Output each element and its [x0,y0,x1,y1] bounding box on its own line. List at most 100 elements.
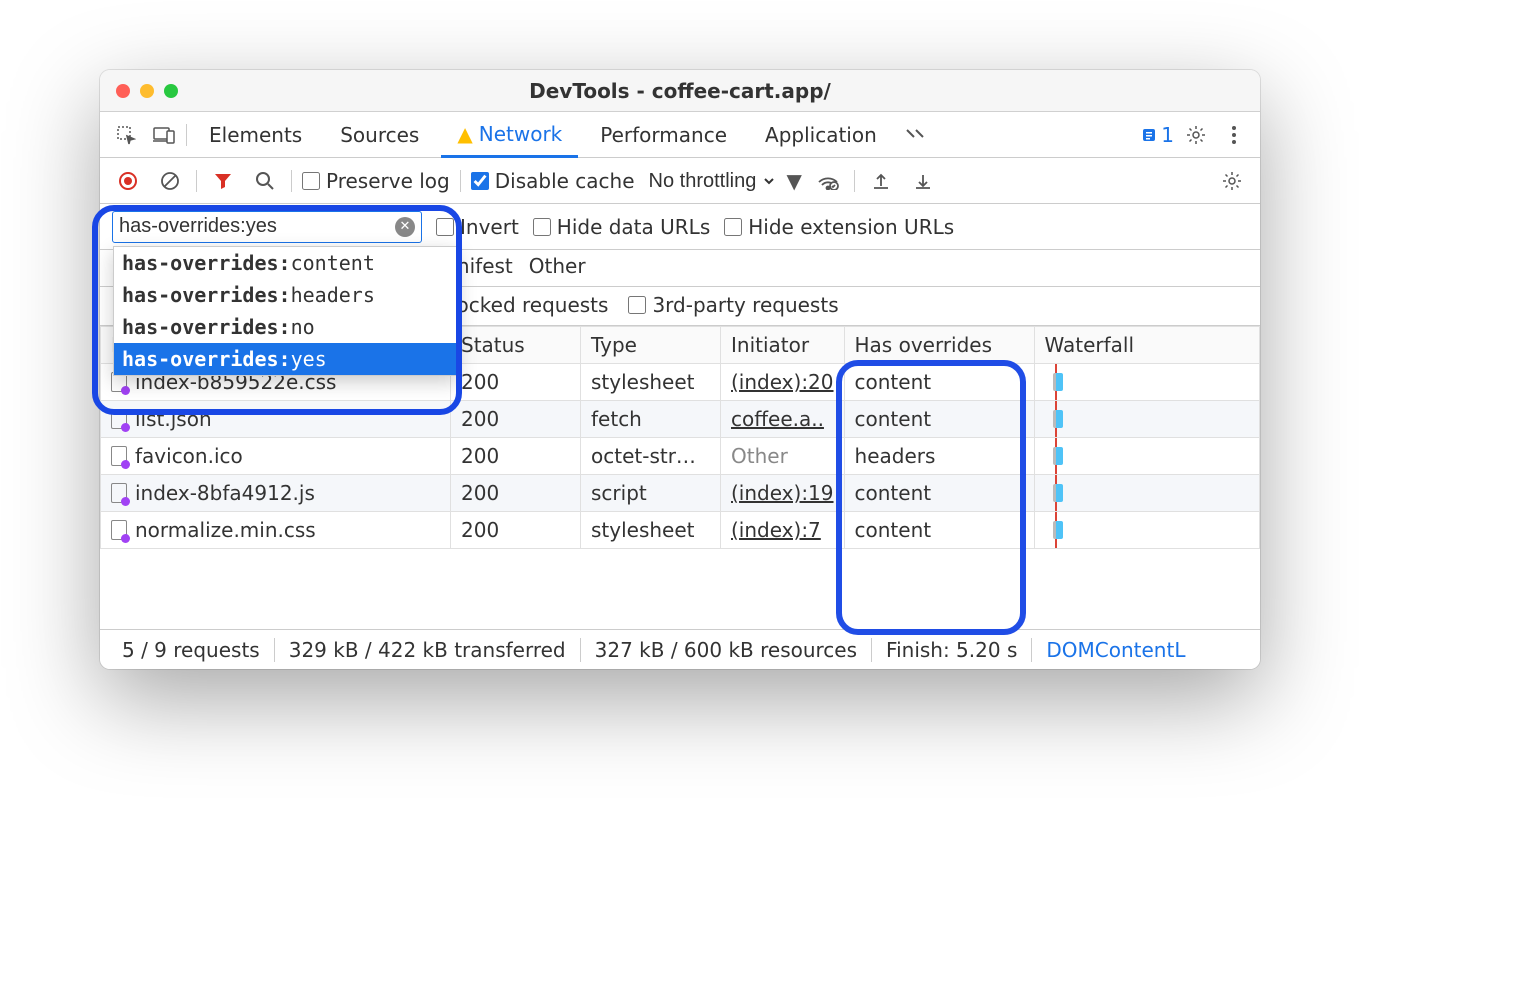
cell-type: stylesheet [581,512,721,549]
upload-har-icon[interactable] [865,165,897,197]
third-party-checkbox[interactable]: 3rd-party requests [628,293,838,317]
cell-name: normalize.min.css [101,512,451,549]
third-party-label: 3rd-party requests [652,293,838,317]
cell-initiator: (index):19 [721,475,845,512]
table-row[interactable]: list.json200fetch coffee.a.. content [101,401,1260,438]
throttling-select[interactable]: No throttling [645,169,777,193]
cell-status: 200 [451,364,581,401]
filter-funnel-icon[interactable] [207,165,239,197]
table-empty-space [100,549,1260,629]
network-toolbar: Preserve log Disable cache No throttling… [100,158,1260,204]
cell-waterfall [1034,438,1259,475]
hide-extension-urls-checkbox[interactable]: Hide extension URLs [724,215,954,239]
initiator-link[interactable]: coffee.a.. [731,407,824,431]
issues-button[interactable]: 1 [1141,119,1174,151]
table-row[interactable]: normalize.min.css200stylesheet (index):7 c… [101,512,1260,549]
separator [186,124,187,146]
cell-type: script [581,475,721,512]
invert-checkbox[interactable]: Invert [436,215,519,239]
tab-sources[interactable]: Sources [324,112,435,157]
disable-cache-label: Disable cache [495,169,635,193]
autocomplete-option[interactable]: has-overrides:no [114,311,457,343]
record-button[interactable] [112,165,144,197]
autocomplete-option[interactable]: has-overrides:headers [114,279,457,311]
cell-initiator: (index):7 [721,512,845,549]
blocked-requests-label: Blocked requests [437,293,608,317]
table-row[interactable]: index-8bfa4912.js200script(index):19cont… [101,475,1260,512]
col-has-overrides[interactable]: Has overrides [844,327,1034,364]
initiator-link[interactable]: (index):20 [731,370,834,394]
cell-name: index-8bfa4912.js [101,475,451,512]
cell-status: 200 [451,475,581,512]
status-transferred: 329 kB / 422 kB transferred [275,638,581,662]
col-waterfall[interactable]: Waterfall [1034,327,1259,364]
tab-network[interactable]: ▲ Network [441,113,578,158]
tab-network-label: Network [479,122,563,146]
cell-overrides: content [844,401,1034,438]
more-tabs-icon[interactable] [899,119,931,151]
network-conditions-icon[interactable] [812,165,844,197]
settings-gear-icon[interactable] [1180,119,1212,151]
cell-initiator: Other [721,438,845,475]
clear-filter-icon[interactable]: ✕ [395,217,415,237]
filter-input-wrapper: ✕ has-overrides:contenthas-overrides:hea… [112,211,422,243]
devtools-window: DevTools - coffee-cart.app/ Elements Sou… [100,70,1260,669]
separator [854,170,855,192]
main-tab-strip: Elements Sources ▲ Network Performance A… [100,112,1260,158]
cell-type: fetch [581,401,721,438]
autocomplete-option[interactable]: has-overrides:content [114,247,457,279]
status-resources: 327 kB / 600 kB resources [581,638,872,662]
issues-count: 1 [1161,123,1174,147]
initiator-other: Other [731,444,788,468]
file-override-icon [111,483,127,503]
tab-performance[interactable]: Performance [584,112,743,157]
cell-type: octet-str… [581,438,721,475]
initiator-link[interactable]: (index):7 [731,518,821,542]
col-status[interactable]: Status [451,327,581,364]
chevron-down-icon: ▼ [787,169,802,193]
tab-elements[interactable]: Elements [193,112,318,157]
status-domcontentloaded: DOMContentL [1032,638,1199,662]
cell-waterfall [1034,512,1259,549]
search-icon[interactable] [249,165,281,197]
table-row[interactable]: favicon.ico200octet-str…Otherheaders [101,438,1260,475]
kebab-menu-icon[interactable] [1218,119,1250,151]
col-initiator[interactable]: Initiator [721,327,845,364]
initiator-link[interactable]: (index):19 [731,481,834,505]
warning-icon: ▲ [457,122,472,146]
invert-label: Invert [460,215,519,239]
type-filter-other[interactable]: Other [529,254,586,278]
preserve-log-checkbox[interactable]: Preserve log [302,169,450,193]
cell-status: 200 [451,401,581,438]
tab-application[interactable]: Application [749,112,893,157]
cell-type: stylesheet [581,364,721,401]
cell-waterfall [1034,364,1259,401]
col-type[interactable]: Type [581,327,721,364]
status-requests: 5 / 9 requests [108,638,275,662]
cell-overrides: content [844,512,1034,549]
autocomplete-option[interactable]: has-overrides:yes [114,343,457,375]
cell-status: 200 [451,512,581,549]
separator [291,170,292,192]
clear-button[interactable] [154,165,186,197]
device-toolbar-icon[interactable] [148,119,180,151]
file-override-icon [111,409,127,429]
hide-extension-urls-label: Hide extension URLs [748,215,954,239]
cell-name: list.json [101,401,451,438]
separator [460,170,461,192]
inspect-element-icon[interactable] [110,119,142,151]
filter-input[interactable] [119,215,395,238]
download-har-icon[interactable] [907,165,939,197]
hide-data-urls-checkbox[interactable]: Hide data URLs [533,215,710,239]
cell-waterfall [1034,475,1259,512]
separator [196,170,197,192]
disable-cache-checkbox[interactable]: Disable cache [471,169,635,193]
cell-waterfall [1034,401,1259,438]
file-override-icon [111,520,127,540]
cell-overrides: content [844,364,1034,401]
hide-data-urls-label: Hide data URLs [557,215,710,239]
filter-autocomplete: has-overrides:contenthas-overrides:heade… [113,246,458,376]
preserve-log-label: Preserve log [326,169,450,193]
status-bar: 5 / 9 requests 329 kB / 422 kB transferr… [100,629,1260,669]
network-settings-gear-icon[interactable] [1216,165,1248,197]
